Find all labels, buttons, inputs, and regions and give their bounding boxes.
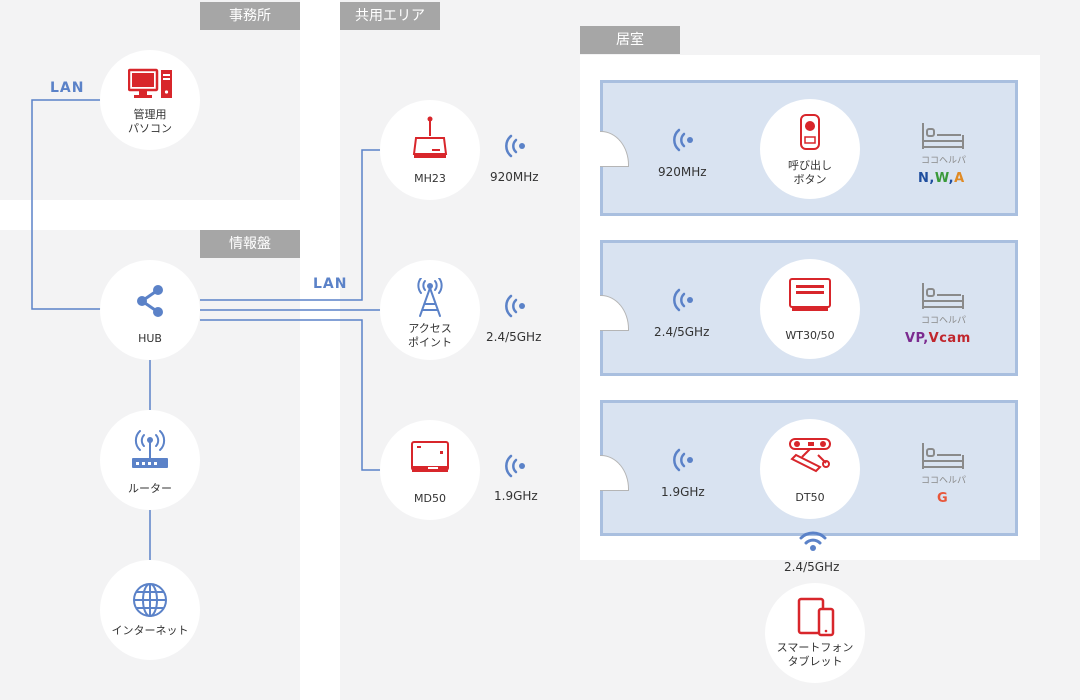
ap-node: アクセス ポイント [380, 260, 480, 360]
freq-md50: 1.9GHz [494, 489, 538, 503]
lan-label-mid: LAN [313, 276, 348, 292]
radio-wave-icon [505, 294, 525, 318]
code-segment: N [918, 171, 930, 186]
ap-label-1: アクセス [408, 322, 452, 335]
smartphone-node: スマートフォン タブレット [765, 583, 865, 683]
pc-label-2: パソコン [128, 122, 172, 135]
internet-node: インターネット [100, 560, 200, 660]
pc-node: 管理用 パソコン [100, 50, 200, 150]
mh23-device-icon [412, 116, 448, 158]
pc-label-1: 管理用 [133, 108, 167, 121]
freq-room1: 920MHz [658, 165, 707, 179]
md50-device-icon [411, 441, 449, 472]
freq-room3: 1.9GHz [661, 485, 705, 499]
code-segment: A [954, 171, 965, 186]
room-2: 2.4/5GHz WT30/50 ココヘルパ VP,Vcam [600, 240, 1018, 376]
router-label: ルーター [128, 482, 172, 495]
bed-icon [922, 443, 964, 469]
code-segment: G [937, 491, 949, 506]
mh23-node: MH23 [380, 100, 480, 200]
freq-wifi: 2.4/5GHz [784, 560, 840, 574]
hub-node: HUB [100, 260, 200, 360]
md50-label: MD50 [414, 492, 446, 505]
dt50-label: DT50 [795, 491, 825, 504]
call-button-label-2: ボタン [793, 173, 827, 186]
internet-label: インターネット [111, 624, 189, 637]
antenna-icon [417, 278, 443, 317]
globe-icon [133, 583, 167, 617]
code-segment: Vcam [928, 331, 971, 346]
bed-label: ココヘルパ [921, 476, 967, 486]
wt-label: WT30/50 [785, 329, 835, 342]
computer-icon [128, 68, 172, 98]
freq-room2: 2.4/5GHz [654, 325, 710, 339]
lan-label-left: LAN [50, 80, 85, 96]
call-button-node: 呼び出し ボタン [760, 99, 860, 199]
door [600, 131, 629, 167]
ap-label-2: ポイント [408, 336, 452, 349]
compatibility-codes: N,W,A [918, 171, 965, 186]
smartphone-tablet-icon [797, 597, 835, 637]
radio-wave-icon [673, 288, 693, 312]
wt-node: WT30/50 [760, 259, 860, 359]
hub-label: HUB [138, 332, 162, 345]
share-icon [137, 285, 163, 317]
bed-icon [922, 123, 964, 149]
radio-wave-icon [505, 454, 525, 478]
code-segment: VP [905, 331, 924, 346]
smartphone-label-2: タブレット [787, 655, 843, 668]
compatibility-codes: G [937, 491, 948, 506]
compatibility-codes: VP,Vcam [905, 331, 971, 346]
radio-wave-icon [505, 134, 525, 158]
code-segment: W [934, 171, 949, 186]
wifi-icon [799, 531, 827, 551]
call-button-label-1: 呼び出し [788, 159, 832, 172]
bed-icon [922, 283, 964, 309]
bed-label: ココヘルパ [921, 316, 967, 326]
md50-node: MD50 [380, 420, 480, 520]
mh23-label: MH23 [414, 172, 446, 185]
router-node: ルーター [100, 410, 200, 510]
door [600, 295, 629, 331]
smartphone-label-1: スマートフォン [776, 641, 854, 654]
dt50-device-icon [789, 438, 831, 473]
call-button-icon [800, 114, 820, 150]
room-1: 920MHz 呼び出し ボタン ココヘルパ N,W,A [600, 80, 1018, 216]
bed-label: ココヘルパ [921, 156, 967, 166]
router-icon [132, 430, 168, 468]
wt-device-icon [789, 278, 831, 311]
door [600, 455, 629, 491]
room-3: 1.9GHz DT50 ココヘルパ G [600, 400, 1018, 536]
radio-wave-icon [673, 128, 693, 152]
freq-mh23: 920MHz [490, 170, 539, 184]
dt50-node: DT50 [760, 419, 860, 519]
freq-ap: 2.4/5GHz [486, 330, 542, 344]
radio-wave-icon [673, 448, 693, 472]
